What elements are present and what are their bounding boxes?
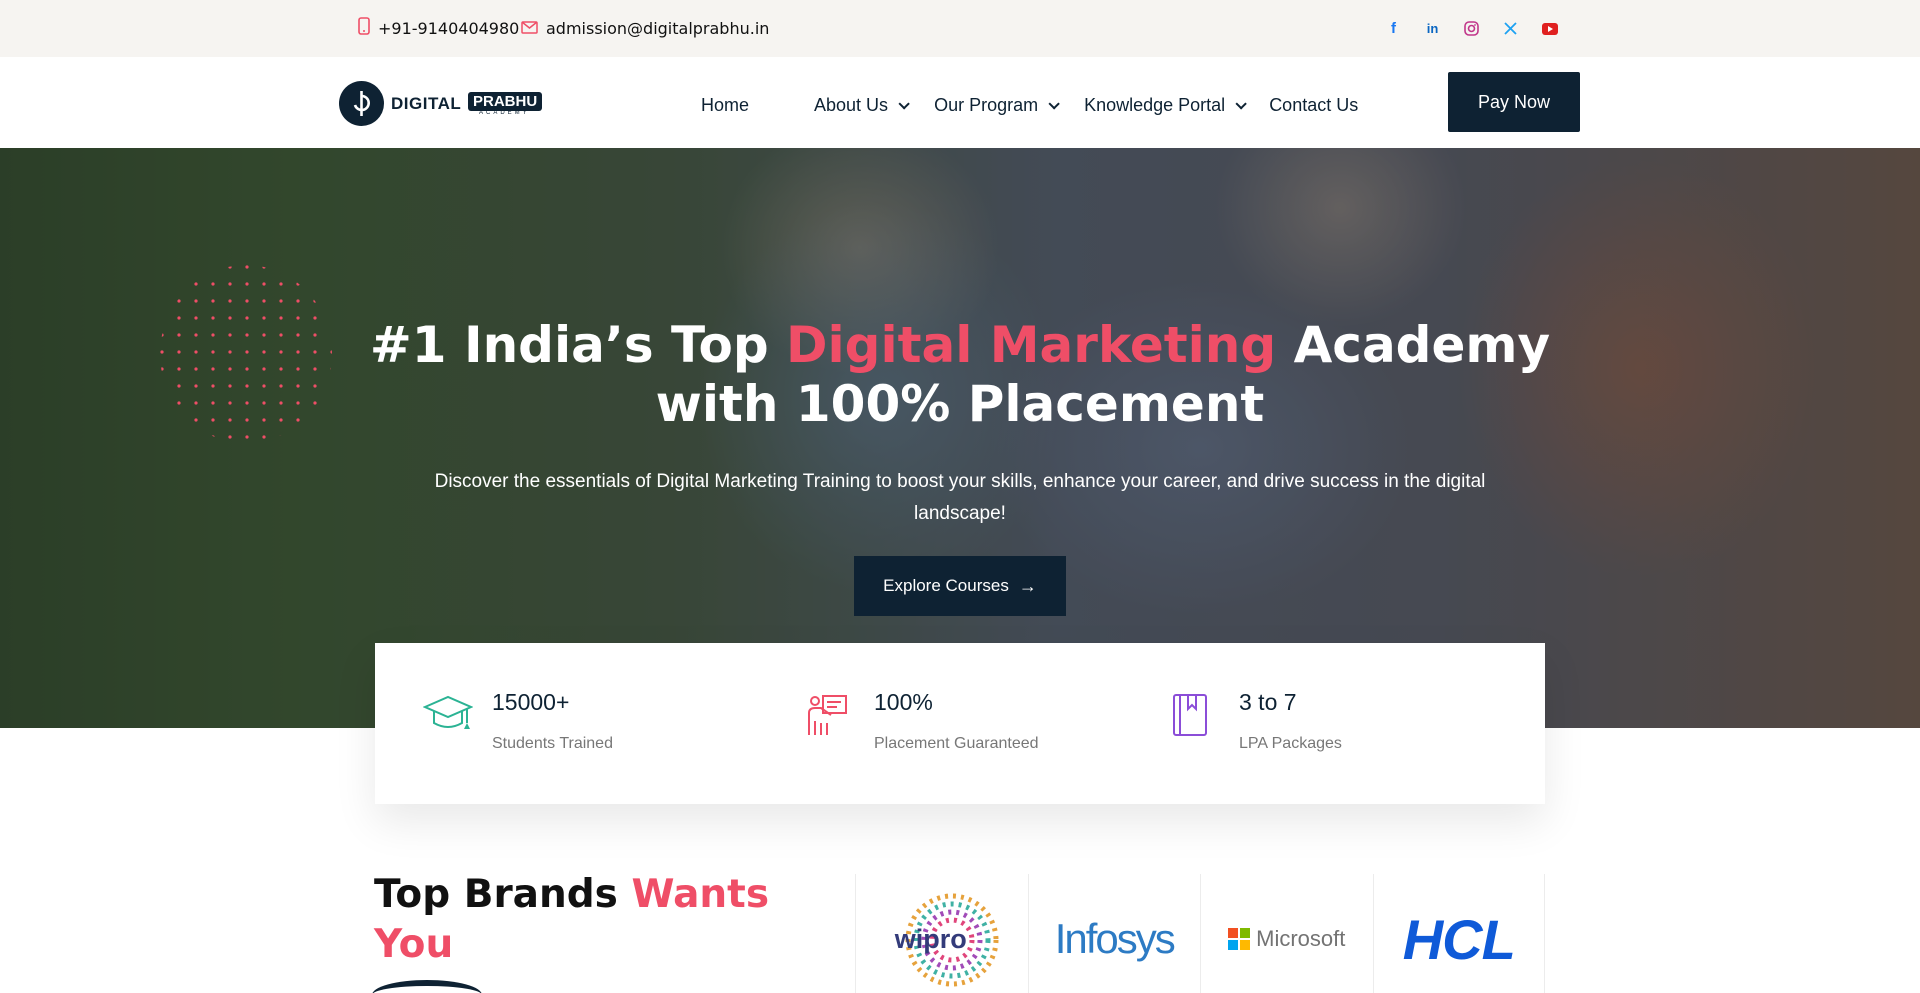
hero-section: #1 India’s Top Digital Marketing Academy…	[0, 148, 1920, 728]
brand-logo-text: wipro	[894, 923, 967, 954]
email-address: admission@digitalprabhu.in	[546, 18, 770, 38]
logo-wordmark: DIGITAL PRABHU ACADEMY	[391, 88, 551, 120]
brand-logo-microsoft: Microsoft	[1200, 874, 1373, 993]
decorative-swoosh	[372, 980, 482, 993]
hero-title-line2: with 100% Placement	[655, 375, 1265, 433]
hero-title: #1 India’s Top Digital Marketing Academy…	[0, 316, 1920, 434]
phone-contact[interactable]: +91-9140404980	[358, 17, 520, 39]
mobile-phone-icon	[358, 17, 370, 39]
logo-word-academy: ACADEMY	[479, 109, 530, 116]
facebook-icon[interactable]: f	[1384, 19, 1403, 38]
stat-label: LPA Packages	[1239, 735, 1342, 752]
hero-subtitle: Discover the essentials of Digital Marke…	[434, 471, 1486, 524]
stat-label: Students Trained	[492, 735, 613, 752]
nav-item-label: Contact Us	[1269, 95, 1359, 115]
x-icon[interactable]	[1501, 19, 1520, 38]
instagram-icon[interactable]	[1462, 19, 1481, 38]
nav-item-about-us[interactable]: About Us	[814, 95, 910, 116]
top-bar: +91-9140404980 admission@digitalprabhu.i…	[0, 0, 1920, 57]
brand-logo-wipro: wipro	[855, 874, 1028, 993]
brands-title-part1: Top Brands	[374, 872, 632, 917]
linkedin-icon[interactable]: in	[1423, 19, 1442, 38]
nav-item-label: Home	[701, 95, 750, 115]
logo-word-digital: DIGITAL	[391, 93, 462, 113]
book-icon	[1170, 693, 1210, 741]
envelope-icon	[521, 19, 538, 38]
nav-item-label: Our Program	[934, 95, 1039, 115]
stat-value: 3 to 7	[1239, 689, 1297, 715]
nav-item-our-program[interactable]: Our Program	[934, 95, 1060, 116]
brand-logo-infosys: Infosys	[1027, 874, 1201, 993]
explore-courses-button[interactable]: Explore Courses →	[854, 556, 1066, 616]
stat-value: 15000+	[492, 689, 570, 715]
hero-title-accent: Digital Marketing	[786, 316, 1277, 374]
stat-label: Placement Guaranteed	[874, 735, 1039, 752]
microsoft-logo: Microsoft	[1228, 926, 1345, 952]
brand-logo-text: Infosys	[1054, 915, 1176, 962]
teacher-board-icon	[805, 693, 849, 741]
explore-courses-label: Explore Courses	[883, 576, 1009, 595]
pay-now-button[interactable]: Pay Now	[1448, 72, 1580, 132]
site-logo[interactable]: DIGITAL PRABHU ACADEMY	[339, 81, 551, 126]
chevron-down-icon	[1048, 97, 1060, 110]
microsoft-squares-icon	[1228, 928, 1251, 950]
hero-title-part1: #1 India’s Top	[369, 316, 787, 374]
brand-logo-text: HCL	[1402, 907, 1516, 971]
nav-item-label: About Us	[814, 95, 889, 115]
youtube-icon[interactable]	[1540, 19, 1559, 38]
stat-value: 100%	[874, 689, 933, 715]
brands-section-title: Top Brands Wants You	[374, 870, 794, 970]
phone-number: +91-9140404980	[378, 18, 520, 38]
arrow-right-icon: →	[1018, 575, 1037, 596]
nav-menu: Home About Us Our Program Knowledge Port…	[701, 95, 1358, 116]
chevron-down-icon	[898, 97, 910, 110]
main-navbar: DIGITAL PRABHU ACADEMY Home About Us Our…	[0, 57, 1920, 148]
hero-title-part2: Academy	[1276, 316, 1551, 374]
stats-card: 15000+ Students Trained 100% Placement G…	[375, 643, 1545, 804]
social-links: f in	[1384, 19, 1559, 38]
chevron-down-icon	[1235, 97, 1247, 110]
brand-logo-grid: wipro Infosys Microsoft HCL	[855, 874, 1545, 993]
nav-item-knowledge-portal[interactable]: Knowledge Portal	[1084, 95, 1247, 116]
brand-logo-hcl: HCL	[1372, 874, 1545, 993]
logo-word-prabhu: PRABHU	[468, 91, 543, 111]
nav-item-contact-us[interactable]: Contact Us	[1269, 95, 1358, 116]
nav-item-home[interactable]: Home	[701, 95, 749, 116]
nav-item-label: Knowledge Portal	[1084, 95, 1226, 115]
brand-logo-text: Microsoft	[1256, 926, 1346, 951]
email-contact[interactable]: admission@digitalprabhu.in	[521, 18, 769, 38]
logo-mark-icon	[339, 81, 384, 126]
graduation-cap-icon	[422, 693, 474, 741]
